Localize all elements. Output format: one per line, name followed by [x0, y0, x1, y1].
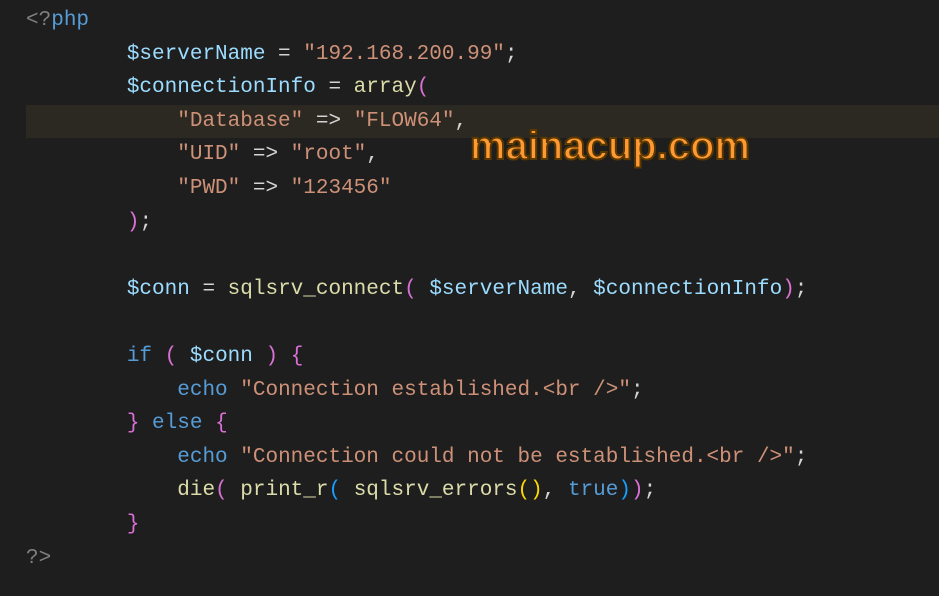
code-line: if ( $conn ) {: [26, 340, 939, 374]
variable: $serverName: [429, 278, 568, 301]
code-line: <?php: [26, 4, 939, 38]
watermark-text: mainacup.com: [470, 114, 750, 178]
code-line: $conn = sqlsrv_connect( $serverName, $co…: [26, 273, 939, 307]
code-line: ?>: [26, 542, 939, 576]
php-keyword: php: [51, 9, 89, 32]
code-line: );: [26, 206, 939, 240]
code-line-blank: [26, 306, 939, 340]
string-literal: "FLOW64": [354, 110, 455, 133]
variable: $connectionInfo: [593, 278, 782, 301]
code-line: echo "Connection could not be establishe…: [26, 441, 939, 475]
string-literal: "Database": [177, 110, 303, 133]
constant: true: [568, 479, 618, 502]
php-open-tag: <?: [26, 9, 51, 32]
string-literal: "PWD": [177, 177, 240, 200]
keyword: echo: [177, 379, 227, 402]
variable: $serverName: [127, 43, 266, 66]
line-number-gutter: [0, 0, 18, 596]
code-line: }: [26, 508, 939, 542]
string-literal: "UID": [177, 143, 240, 166]
string-literal: "Connection established.<br />": [240, 379, 631, 402]
string-literal: "root": [291, 143, 367, 166]
code-line-blank: [26, 239, 939, 273]
variable: $connectionInfo: [127, 76, 316, 99]
keyword: if: [127, 345, 152, 368]
function-call: sqlsrv_errors: [354, 479, 518, 502]
variable: $conn: [127, 278, 190, 301]
function-call: array: [354, 76, 417, 99]
function-call: sqlsrv_connect: [228, 278, 404, 301]
code-line: die( print_r( sqlsrv_errors(), true));: [26, 474, 939, 508]
keyword: echo: [177, 446, 227, 469]
code-editor: <?php $serverName = "192.168.200.99"; $c…: [0, 0, 939, 596]
code-line: } else {: [26, 407, 939, 441]
code-area: <?php $serverName = "192.168.200.99"; $c…: [18, 0, 939, 596]
code-line: echo "Connection established.<br />";: [26, 374, 939, 408]
variable: $conn: [190, 345, 253, 368]
code-line: $connectionInfo = array(: [26, 71, 939, 105]
string-literal: "123456": [291, 177, 392, 200]
keyword: else: [152, 412, 202, 435]
code-line: $serverName = "192.168.200.99";: [26, 38, 939, 72]
function-call: die: [177, 479, 215, 502]
function-call: print_r: [240, 479, 328, 502]
string-literal: "192.168.200.99": [303, 43, 505, 66]
string-literal: "Connection could not be established.<br…: [240, 446, 795, 469]
php-close-tag: ?>: [26, 547, 51, 570]
